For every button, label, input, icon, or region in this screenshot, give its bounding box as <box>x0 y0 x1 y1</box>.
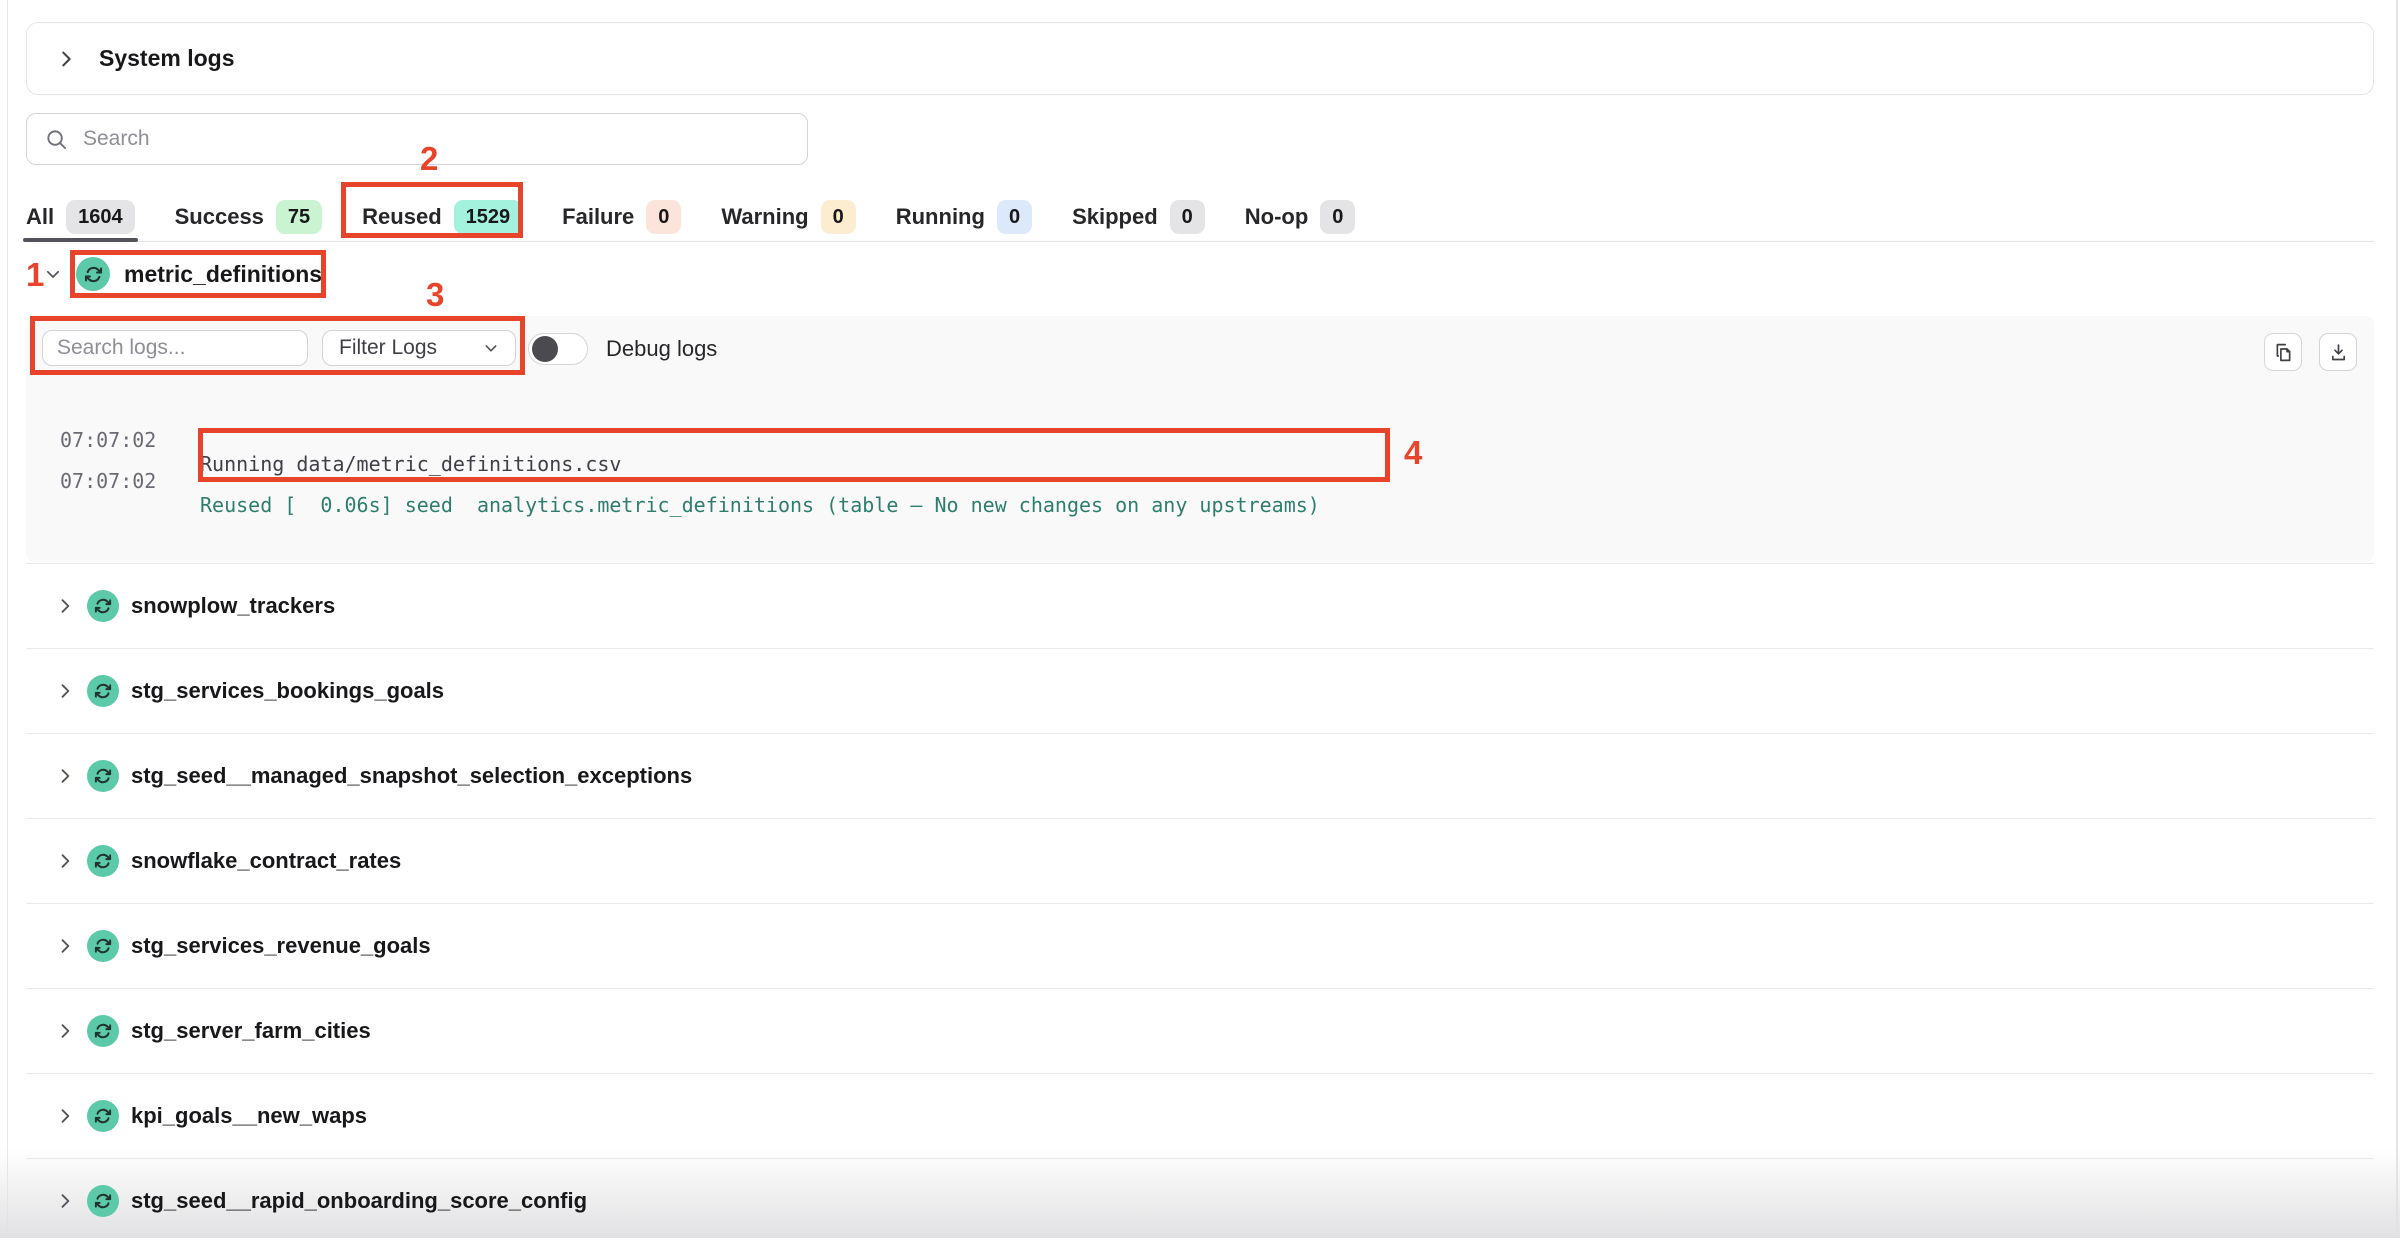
log-timestamp: 07:07:02 <box>60 469 156 493</box>
list-item-stg-services-revenue-goals[interactable]: stg_services_revenue_goals <box>26 903 2374 988</box>
list-item-stg-services-bookings-goals[interactable]: stg_services_bookings_goals <box>26 648 2374 733</box>
reused-status-icon <box>87 930 119 962</box>
node-name: metric_definitions <box>124 261 322 288</box>
expanded-node-metric-definitions[interactable]: metric_definitions <box>44 250 322 298</box>
debug-logs-label: Debug logs <box>606 336 717 362</box>
count-badge: 0 <box>821 200 856 234</box>
node-name: kpi_goals__new_waps <box>131 1103 367 1129</box>
tab-label: Success <box>175 204 264 230</box>
search-bar <box>26 113 808 165</box>
list-item-stg-server-farm-cities[interactable]: stg_server_farm_cities <box>26 988 2374 1073</box>
count-badge: 0 <box>646 200 681 234</box>
reused-status-icon <box>87 1185 119 1217</box>
count-badge: 0 <box>1320 200 1355 234</box>
tab-label: Reused <box>362 204 441 230</box>
chevron-right-icon <box>55 48 77 70</box>
status-tabs: All 1604 Success 75 Reused 1529 Failure … <box>26 192 2374 242</box>
list-item-snowflake-contract-rates[interactable]: snowflake_contract_rates <box>26 818 2374 903</box>
reused-status-icon <box>87 1015 119 1047</box>
tab-reused[interactable]: Reused 1529 <box>362 192 522 241</box>
debug-logs-toggle[interactable] <box>528 333 588 365</box>
tab-label: No-op <box>1245 204 1309 230</box>
count-badge: 1604 <box>66 200 135 234</box>
tab-label: Warning <box>721 204 808 230</box>
page-title: System logs <box>99 45 235 72</box>
tab-failure[interactable]: Failure 0 <box>562 192 681 241</box>
chevron-right-icon <box>55 1106 75 1126</box>
tab-running[interactable]: Running 0 <box>896 192 1032 241</box>
chevron-right-icon <box>55 681 75 701</box>
list-item-snowplow-trackers[interactable]: snowplow_trackers <box>26 563 2374 648</box>
filter-logs-dropdown[interactable]: Filter Logs <box>322 330 516 366</box>
chevron-right-icon <box>55 596 75 616</box>
list-item-stg-seed-rapid-onboarding-score-config[interactable]: stg_seed__rapid_onboarding_score_config <box>26 1158 2374 1243</box>
chevron-right-icon <box>55 766 75 786</box>
log-search-bar <box>42 330 308 366</box>
tab-skipped[interactable]: Skipped 0 <box>1072 192 1205 241</box>
chevron-right-icon <box>55 1021 75 1041</box>
node-name: stg_seed__managed_snapshot_selection_exc… <box>131 763 692 789</box>
log-line-reused: 07:07:02 Reused [ 0.06s] seed analytics.… <box>26 445 74 541</box>
node-name: snowflake_contract_rates <box>131 848 401 874</box>
search-input[interactable] <box>83 127 789 151</box>
annotation-number-3: 3 <box>426 276 444 314</box>
log-message: Running data/metric_definitions.csv <box>200 452 621 476</box>
node-name: stg_services_bookings_goals <box>131 678 444 704</box>
tab-label: Failure <box>562 204 634 230</box>
tab-label: Running <box>896 204 985 230</box>
download-logs-button[interactable] <box>2319 333 2357 371</box>
count-badge: 1529 <box>454 200 523 234</box>
copy-logs-button[interactable] <box>2264 333 2302 371</box>
count-badge: 0 <box>997 200 1032 234</box>
log-message: Reused [ 0.06s] seed analytics.metric_de… <box>200 493 1320 517</box>
search-icon <box>45 128 68 151</box>
chevron-right-icon <box>55 1191 75 1211</box>
list-item-stg-seed-managed-snapshot-selection-exceptions[interactable]: stg_seed__managed_snapshot_selection_exc… <box>26 733 2374 818</box>
chevron-right-icon <box>55 936 75 956</box>
log-timestamp: 07:07:02 <box>60 428 156 452</box>
tab-label: Skipped <box>1072 204 1158 230</box>
page-right-border <box>2396 0 2398 1238</box>
page-left-border <box>7 0 8 1238</box>
node-name: snowplow_trackers <box>131 593 335 619</box>
tab-noop[interactable]: No-op 0 <box>1245 192 1356 241</box>
reused-status-icon <box>76 257 110 291</box>
tab-label: All <box>26 204 54 230</box>
chevron-down-icon <box>483 340 499 356</box>
reused-status-icon <box>87 760 119 792</box>
filter-logs-label: Filter Logs <box>339 336 437 360</box>
tab-all[interactable]: All 1604 <box>26 192 135 241</box>
chevron-right-icon <box>55 851 75 871</box>
log-panel: Filter Logs Debug logs 07:07:02 Running … <box>26 316 2374 562</box>
tab-warning[interactable]: Warning 0 <box>721 192 855 241</box>
reused-status-icon <box>87 1100 119 1132</box>
reused-status-icon <box>87 845 119 877</box>
node-name: stg_seed__rapid_onboarding_score_config <box>131 1188 587 1214</box>
reused-status-icon <box>87 590 119 622</box>
system-logs-header[interactable]: System logs <box>26 22 2374 95</box>
count-badge: 0 <box>1170 200 1205 234</box>
chevron-down-icon <box>44 265 62 283</box>
tab-success[interactable]: Success 75 <box>175 192 323 241</box>
log-search-input[interactable] <box>57 336 293 360</box>
toggle-knob <box>532 336 558 362</box>
node-name: stg_server_farm_cities <box>131 1018 371 1044</box>
reused-status-icon <box>87 675 119 707</box>
node-list: snowplow_trackers stg_services_bookings_… <box>26 563 2374 1243</box>
count-badge: 75 <box>276 200 322 234</box>
list-item-kpi-goals-new-waps[interactable]: kpi_goals__new_waps <box>26 1073 2374 1158</box>
node-name: stg_services_revenue_goals <box>131 933 431 959</box>
annotation-number-1: 1 <box>26 256 44 294</box>
